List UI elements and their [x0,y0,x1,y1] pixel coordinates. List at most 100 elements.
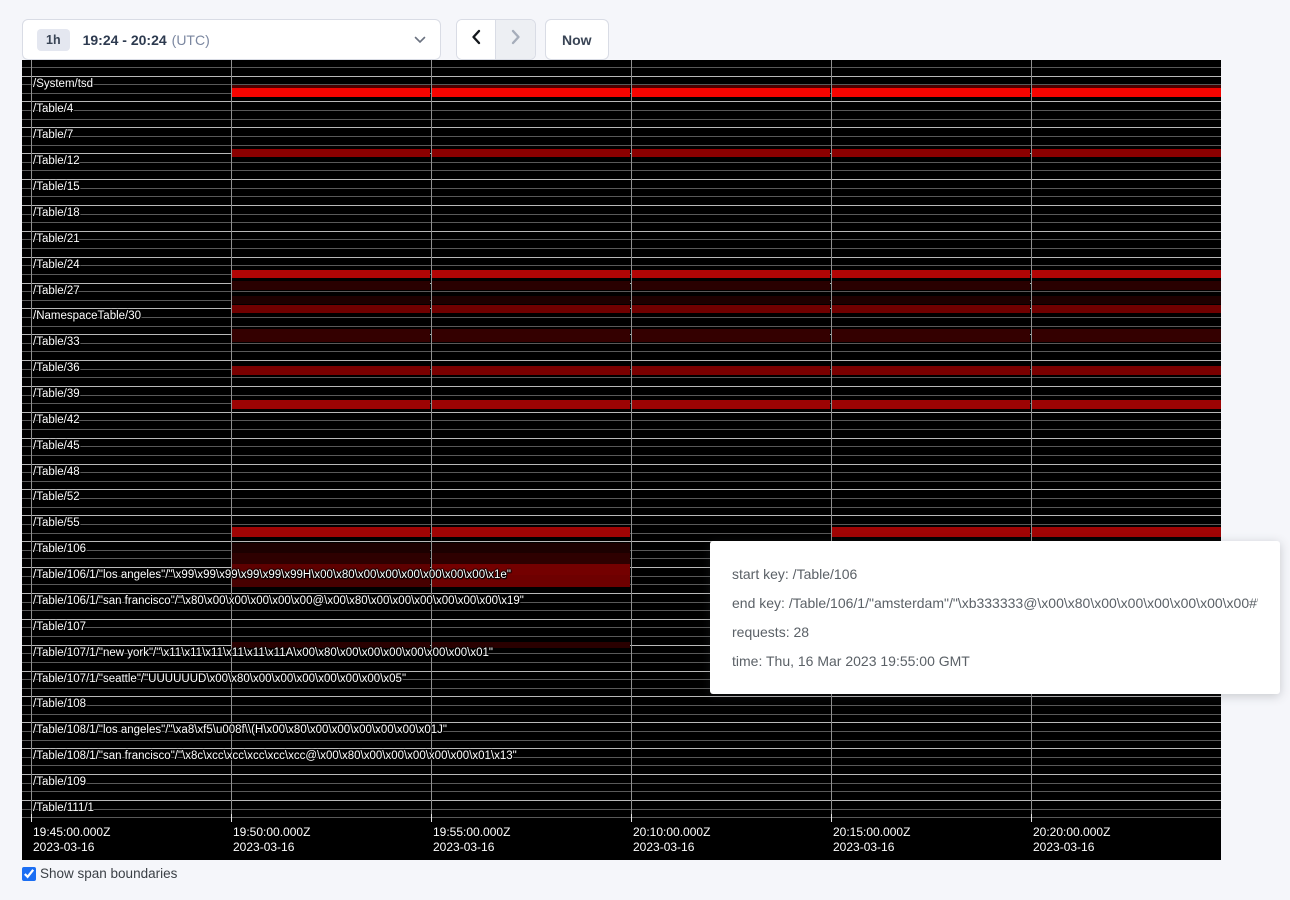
heat-band [632,88,830,97]
tooltip-requests: requests: 28 [732,624,1258,640]
heat-band [432,88,630,97]
heat-band [832,281,1030,290]
row-label: /Table/107 [33,621,86,634]
gridline-horizontal [22,420,1221,421]
row-label: /Table/45 [33,440,80,453]
gridline-horizontal [22,239,1221,240]
span-boundary-line [22,101,1221,102]
heat-band [232,400,430,409]
gridline-horizontal [22,196,1221,197]
gridline-vertical [1031,60,1032,822]
next-interval-button[interactable] [496,20,535,59]
heat-band [832,296,1030,304]
gridline-horizontal [22,136,1221,137]
heat-band [632,270,830,278]
gridline-horizontal [22,429,1221,430]
span-boundary-line [22,76,1221,77]
tooltip-time: time: Thu, 16 Mar 2023 19:55:00 GMT [732,653,1258,669]
heat-band [832,149,1030,157]
heat-band [432,553,630,564]
heat-band [232,149,430,157]
tooltip-end-key: end key: /Table/106/1/"amsterdam"/"\xb33… [732,595,1258,611]
heat-band [1032,88,1221,97]
gridline-horizontal [22,265,1221,266]
row-label: /Table/109 [33,776,86,789]
heat-band [432,149,630,157]
heat-band [432,543,630,553]
heat-band [1032,527,1221,537]
chevron-down-icon [414,36,426,44]
span-boundary-line [22,127,1221,128]
heatmap-plot[interactable]: /System/tsd/Table/4/Table/7/Table/12/Tab… [22,60,1221,822]
heat-band [832,270,1030,278]
gridline-horizontal [22,291,1221,292]
heat-band [1032,366,1221,375]
heat-band [232,366,430,375]
gridline-horizontal [22,188,1221,189]
gridline-horizontal [22,455,1221,456]
gridline-horizontal [22,317,1221,318]
axis-date-label: 2023-03-16 [1033,840,1094,854]
row-label: /Table/108 [33,698,86,711]
span-boundary-line [22,412,1221,413]
heat-band [832,366,1030,375]
row-label: /Table/55 [33,517,80,530]
heat-band [1032,400,1221,409]
row-label: /Table/12 [33,155,80,168]
row-label: /Table/18 [33,207,80,220]
key-visualizer[interactable]: /System/tsd/Table/4/Table/7/Table/12/Tab… [22,60,1221,860]
heat-band [432,329,630,342]
heat-band [232,329,430,342]
gridline-horizontal [22,145,1221,146]
gridline-horizontal [22,377,1221,378]
axis-time-label: 20:10:00.000Z [633,825,710,839]
heat-band [432,270,630,278]
footer: Show span boundaries [22,866,177,881]
time-range-label: 19:24 - 20:24 [83,32,167,48]
axis-time-label: 20:20:00.000Z [1033,825,1110,839]
axis-date-label: 2023-03-16 [233,840,294,854]
heat-band [1032,270,1221,278]
row-label: /NamespaceTable/30 [33,310,141,323]
row-label: /Table/107/1/"new york"/"\x11\x11\x11\x1… [33,647,493,660]
gridline-horizontal [22,214,1221,215]
row-label: /Table/21 [33,233,80,246]
span-boundary-line [22,696,1221,697]
row-label: /Table/39 [33,388,80,401]
show-span-boundaries-checkbox[interactable] [22,867,36,881]
row-label: /Table/106/1/"los angeles"/"\x99\x99\x99… [33,569,511,582]
heat-band [232,296,430,304]
row-label: /Table/4 [33,103,73,116]
heat-band [832,329,1030,342]
tooltip: start key: /Table/106 end key: /Table/10… [710,541,1280,694]
prev-interval-button[interactable] [457,20,496,59]
now-button[interactable]: Now [545,19,609,60]
gridline-horizontal [22,765,1221,766]
row-label: /Table/36 [33,362,80,375]
heat-band [632,400,830,409]
gridline-horizontal [22,472,1221,473]
gridline-horizontal [22,343,1221,344]
chevron-left-icon [470,29,482,50]
time-range-select[interactable]: 1h 19:24 - 20:24 (UTC) [22,19,441,60]
heat-band [232,88,430,97]
time-nav-group [456,19,536,60]
gridline-horizontal [22,481,1221,482]
heat-band [432,366,630,375]
axis-date-label: 2023-03-16 [433,840,494,854]
gridline-horizontal [22,162,1221,163]
row-label: /Table/111/1 [33,802,94,815]
row-label: /Table/106/1/"san francisco"/"\x80\x00\x… [33,595,524,608]
span-boundary-line [22,179,1221,180]
gridline-horizontal [22,507,1221,508]
heat-band [232,527,430,537]
row-label: /Table/15 [33,181,80,194]
axis-time-label: 19:50:00.000Z [233,825,310,839]
heat-band [232,270,430,278]
row-label: /Table/27 [33,285,80,298]
row-label: /Table/107/1/"seattle"/"UUUUUUD\x00\x80\… [33,673,406,686]
heat-band [232,553,430,564]
gridline-horizontal [22,791,1221,792]
gridline-horizontal [22,809,1221,810]
gridline-vertical [631,60,632,822]
